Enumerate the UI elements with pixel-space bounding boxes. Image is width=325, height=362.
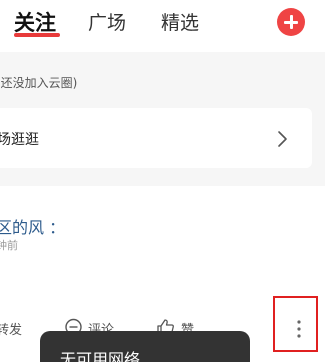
no-circle-hint: (还没加入云圈)	[0, 76, 78, 90]
chevron-right-icon	[278, 131, 287, 147]
more-vertical-icon	[297, 320, 301, 338]
toast-message: 无可用网络	[60, 350, 141, 362]
tab-square[interactable]: 广场	[88, 8, 126, 35]
active-tab-indicator	[14, 33, 60, 37]
repost-button[interactable]: 转发	[0, 319, 22, 338]
plus-circle-icon[interactable]	[277, 8, 305, 36]
browse-label: 场逛逛	[0, 132, 39, 148]
post-timestamp: 钟前	[0, 239, 18, 252]
top-tab-bar: 关注 广场 精选	[0, 0, 325, 52]
app-screen: 关注 广场 精选 (还没加入云圈) 场逛逛 区的风 ： 钟前 转发 评论 赞 无…	[0, 0, 325, 362]
post-author-name[interactable]: 区的风 ：	[0, 214, 65, 238]
browse-card[interactable]	[0, 108, 312, 168]
tab-featured[interactable]: 精选	[161, 8, 199, 35]
